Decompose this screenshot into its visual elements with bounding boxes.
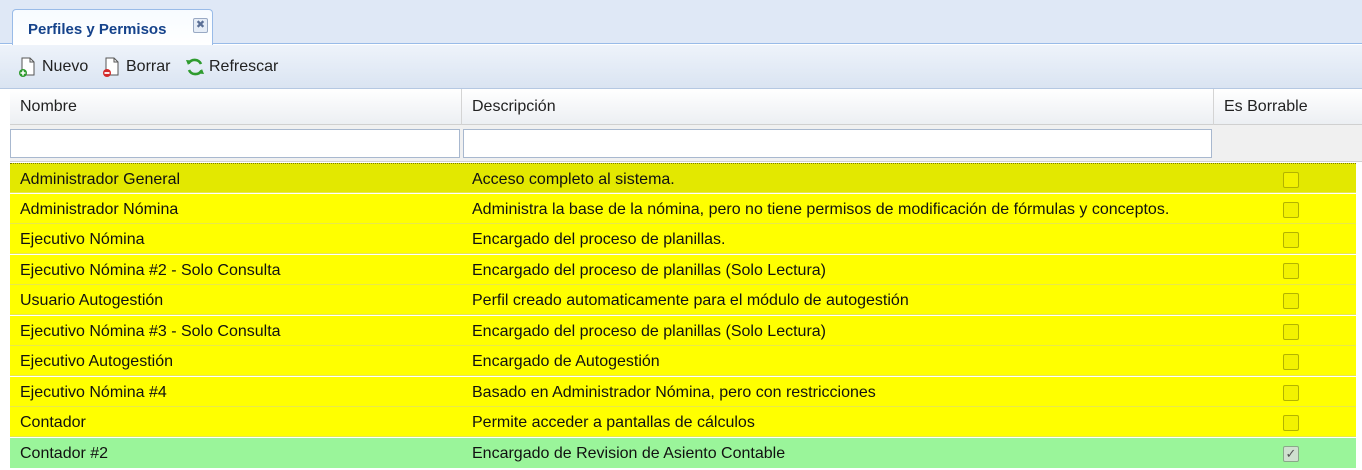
deletable-checkbox[interactable]: [1283, 172, 1299, 188]
table-row[interactable]: Contador #2 Encargado de Revision de Asi…: [10, 438, 1356, 468]
deletable-checkbox[interactable]: [1283, 232, 1299, 248]
row-description: Acceso completo al sistema.: [472, 171, 675, 188]
row-name: Ejecutivo Nómina #4: [20, 384, 167, 401]
refresh-button[interactable]: Refrescar: [184, 56, 278, 78]
refresh-icon: [184, 56, 206, 78]
row-description: Encargado del proceso de planillas.: [472, 231, 726, 248]
delete-document-icon: [101, 56, 123, 78]
row-description: Encargado de Autogestión: [472, 353, 660, 370]
new-button[interactable]: Nuevo: [17, 56, 88, 78]
deletable-checkbox[interactable]: [1283, 263, 1299, 279]
delete-button-label: Borrar: [126, 58, 171, 75]
row-name: Usuario Autogestión: [20, 292, 164, 309]
row-name: Ejecutivo Autogestión: [20, 353, 173, 370]
deletable-checkbox[interactable]: [1283, 415, 1299, 431]
row-name: Contador #2: [20, 445, 109, 462]
row-description: Encargado del proceso de planillas (Solo…: [472, 323, 826, 340]
deletable-checkbox[interactable]: [1283, 385, 1299, 401]
row-description: Permite acceder a pantallas de cálculos: [472, 414, 755, 431]
row-name: Ejecutivo Nómina: [20, 231, 145, 248]
table-row[interactable]: Contador Permite acceder a pantallas de …: [10, 407, 1356, 437]
table-row[interactable]: Ejecutivo Autogestión Encargado de Autog…: [10, 346, 1356, 376]
tab-perfiles-permisos[interactable]: Perfiles y Permisos ✖: [12, 9, 213, 45]
deletable-checkbox[interactable]: [1283, 354, 1299, 370]
row-name: Administrador General: [20, 171, 181, 188]
column-header-name[interactable]: Nombre: [10, 89, 462, 125]
refresh-button-label: Refrescar: [209, 58, 279, 75]
table-row[interactable]: Ejecutivo Nómina #2 - Solo Consulta Enca…: [10, 255, 1356, 285]
table-row[interactable]: Administrador Nómina Administra la base …: [10, 194, 1356, 224]
description-filter-input[interactable]: [463, 129, 1212, 158]
tab-bar: Perfiles y Permisos ✖: [0, 0, 1362, 45]
row-description: Perfil creado automaticamente para el mó…: [472, 292, 909, 309]
row-description: Encargado del proceso de planillas (Solo…: [472, 262, 826, 279]
table-row[interactable]: Ejecutivo Nómina #4 Basado en Administra…: [10, 377, 1356, 407]
deletable-checkbox[interactable]: [1283, 202, 1299, 218]
row-name: Administrador Nómina: [20, 201, 179, 218]
close-icon[interactable]: ✖: [193, 18, 208, 33]
row-description: Basado en Administrador Nómina, pero con…: [472, 384, 876, 401]
table-row[interactable]: Administrador General Acceso completo al…: [10, 163, 1356, 193]
delete-button[interactable]: Borrar: [101, 56, 170, 78]
tab-title: Perfiles y Permisos: [28, 21, 167, 38]
grid-left-gutter: [0, 89, 10, 469]
name-filter-input[interactable]: [10, 129, 460, 158]
deletable-checkbox[interactable]: ✓: [1283, 446, 1299, 462]
row-description: Administra la base de la nómina, pero no…: [472, 201, 1170, 218]
row-description: Encargado de Revision de Asiento Contabl…: [472, 445, 786, 462]
column-header-description[interactable]: Descripción: [462, 89, 1214, 125]
grid-header: Nombre Descripción Es Borrable: [10, 89, 1362, 125]
deletable-checkbox[interactable]: [1283, 324, 1299, 340]
row-name: Ejecutivo Nómina #2 - Solo Consulta: [20, 262, 281, 279]
row-name: Contador: [20, 414, 86, 431]
column-header-deletable[interactable]: Es Borrable: [1214, 89, 1362, 125]
new-button-label: Nuevo: [42, 58, 89, 75]
table-row[interactable]: Ejecutivo Nómina #3 - Solo Consulta Enca…: [10, 316, 1356, 346]
row-name: Ejecutivo Nómina #3 - Solo Consulta: [20, 323, 281, 340]
add-document-icon: [17, 56, 39, 78]
table-row[interactable]: Ejecutivo Nómina Encargado del proceso d…: [10, 224, 1356, 254]
table-row[interactable]: Usuario Autogestión Perfil creado automa…: [10, 285, 1356, 315]
filter-row: [10, 125, 1362, 162]
toolbar: Nuevo Borrar Refrescar: [0, 45, 1362, 89]
deletable-checkbox[interactable]: [1283, 293, 1299, 309]
